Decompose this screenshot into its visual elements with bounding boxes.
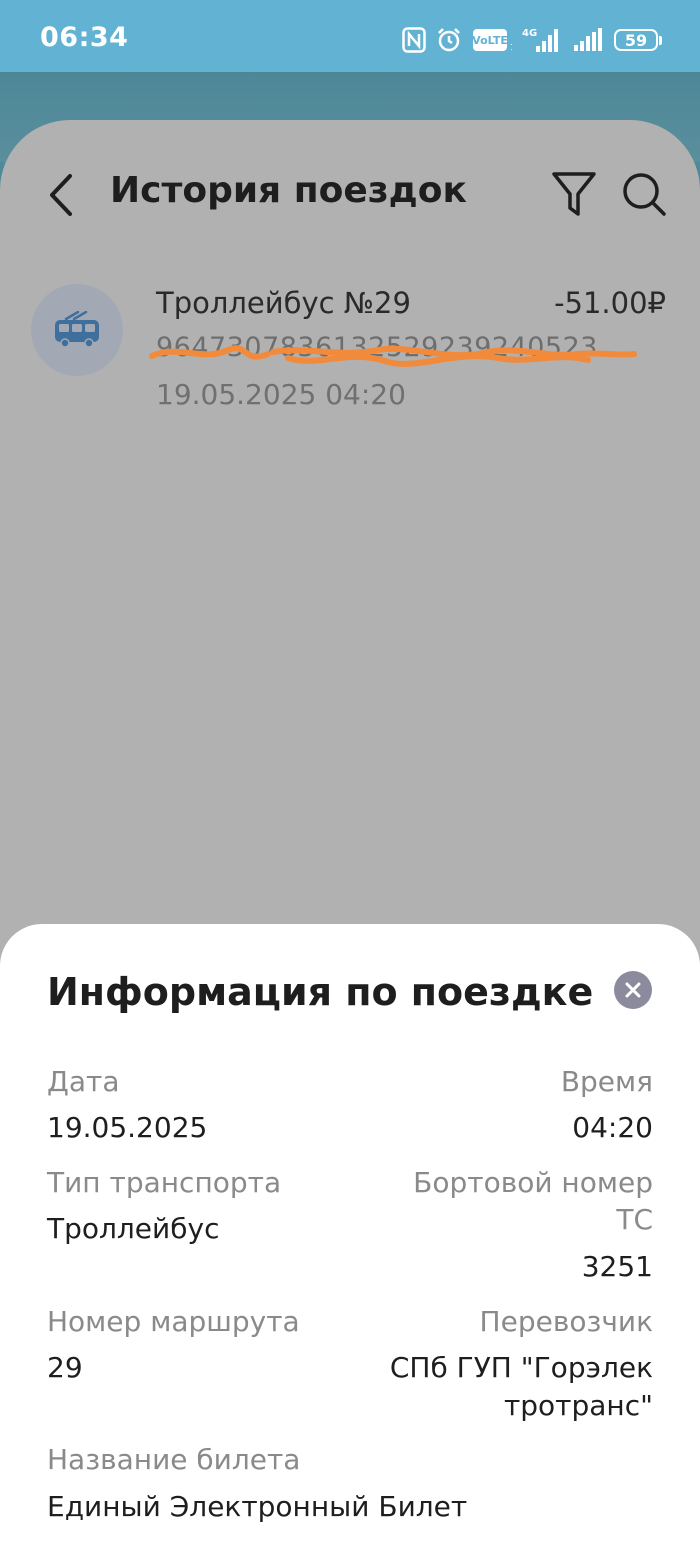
back-button[interactable]	[42, 172, 82, 218]
carrier-value-line2: тротранс"	[503, 1389, 653, 1422]
status-bar: 06:34 VoLTE 1 4G	[0, 0, 700, 72]
filter-icon	[552, 172, 596, 216]
trip-amount: -51.00₽	[554, 286, 666, 320]
search-button[interactable]	[620, 170, 668, 218]
close-icon	[625, 982, 641, 998]
board-number-label: Бортовой номер	[413, 1166, 653, 1199]
board-number-value: 3251	[581, 1250, 653, 1283]
svg-text:1: 1	[510, 43, 512, 52]
transport-type-label: Тип транспорта	[47, 1166, 282, 1199]
volte-icon: VoLTE 1	[472, 28, 512, 52]
svg-text:4G: 4G	[522, 28, 537, 39]
trip-list-item[interactable]: Троллейбус №29 -51.00₽ 96473078361325292…	[0, 270, 700, 430]
ticket-value: Единый Электронный Билет	[47, 1490, 468, 1523]
transport-type-value: Троллейбус	[47, 1212, 220, 1245]
svg-text:VoLTE: VoLTE	[472, 34, 508, 47]
ticket-label: Название билета	[47, 1443, 301, 1476]
date-value: 19.05.2025	[47, 1111, 208, 1144]
carrier-value: СПб ГУП "Горэлек	[389, 1351, 653, 1384]
nfc-icon	[402, 27, 426, 53]
board-number-label-line2: ТС	[616, 1203, 653, 1236]
carrier-label: Перевозчик	[479, 1305, 653, 1338]
status-icons: VoLTE 1 4G 59	[402, 24, 662, 56]
signal-icon	[572, 27, 604, 53]
signal-4g-icon: 4G	[522, 26, 562, 54]
route-label: Номер маршрута	[47, 1305, 300, 1338]
trip-avatar	[31, 284, 123, 376]
close-button[interactable]	[614, 971, 652, 1009]
trip-info-sheet: Информация по поездке Дата 19.05.2025 Вр…	[0, 924, 700, 1565]
trolleybus-icon	[55, 311, 99, 348]
status-time: 06:34	[40, 22, 129, 53]
route-value: 29	[47, 1351, 83, 1384]
trip-name: Троллейбус №29	[156, 286, 411, 320]
page-title: История поездок	[110, 170, 467, 211]
redaction-scribble	[149, 345, 637, 367]
sheet-title: Информация по поездке	[47, 970, 594, 1014]
back-arrow-icon	[50, 174, 72, 216]
battery-icon: 59	[614, 29, 662, 51]
time-label: Время	[560, 1065, 653, 1098]
alarm-icon	[436, 27, 462, 53]
battery-level: 59	[614, 29, 658, 51]
date-label: Дата	[47, 1065, 120, 1098]
trip-datetime: 19.05.2025 04:20	[156, 378, 406, 411]
time-value: 04:20	[572, 1111, 653, 1144]
search-icon	[623, 173, 666, 216]
filter-button[interactable]	[550, 170, 598, 218]
